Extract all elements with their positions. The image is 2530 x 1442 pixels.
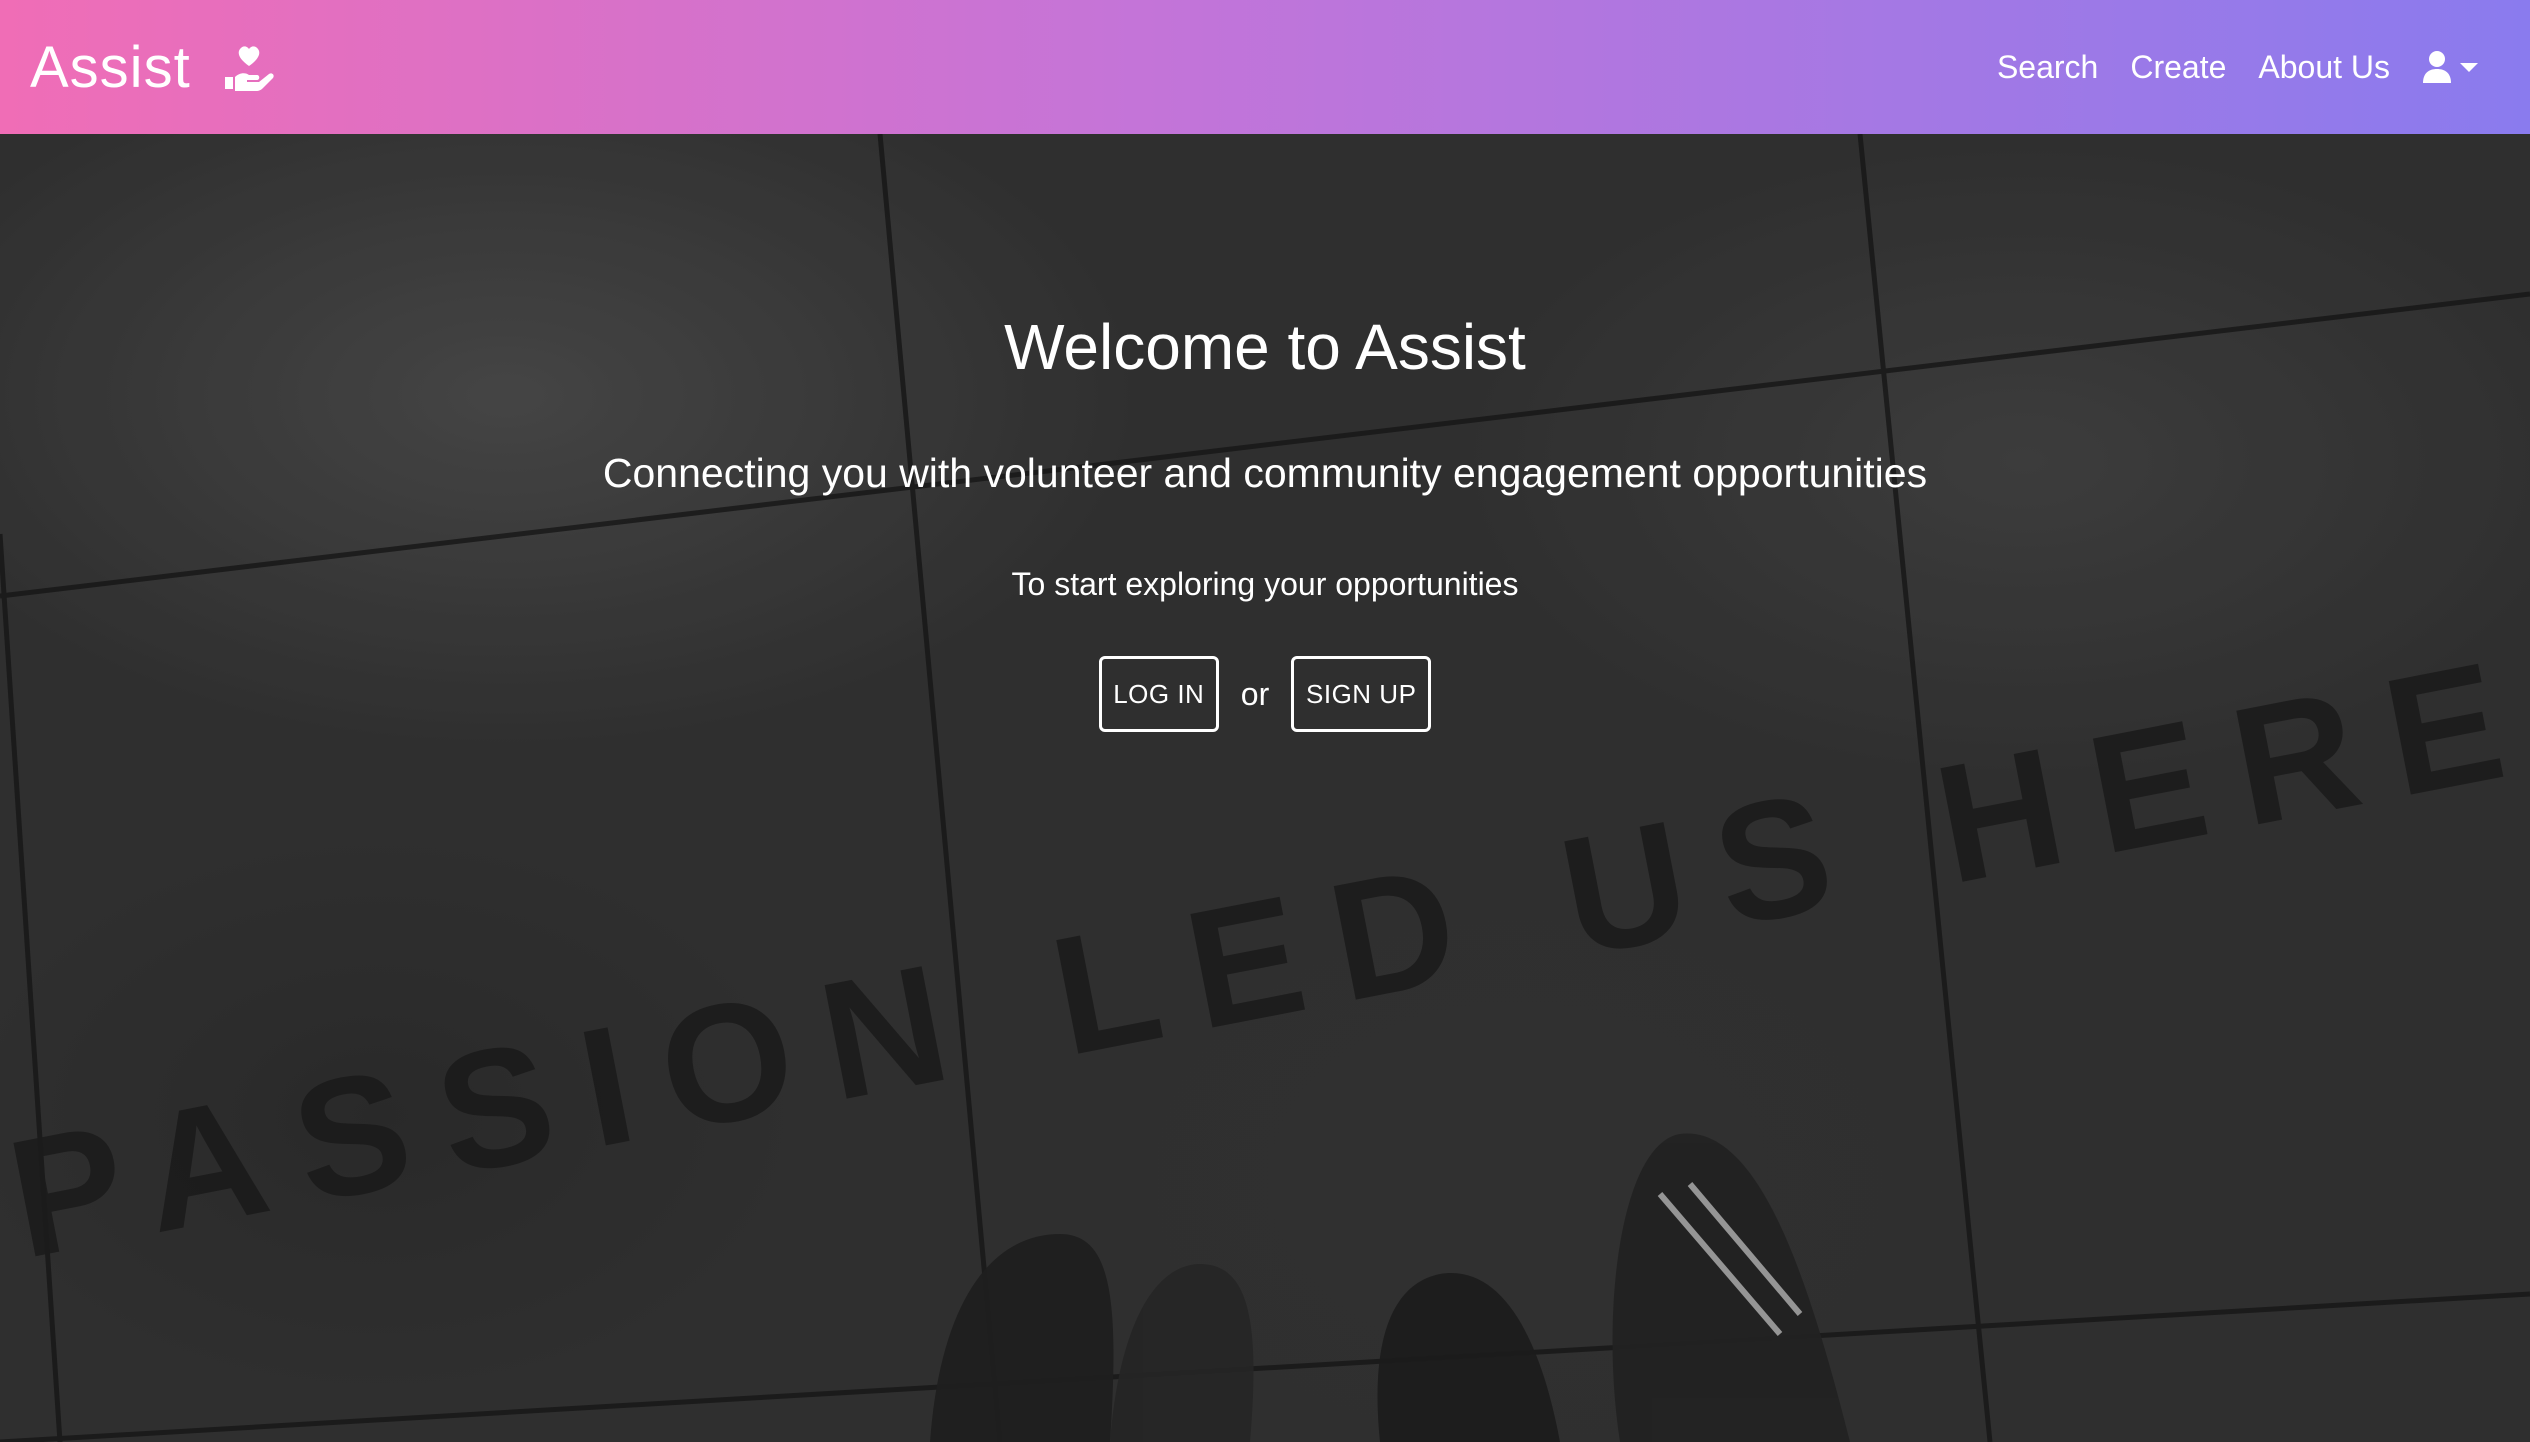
brand-link[interactable]: Assist [30,34,277,101]
navbar: Assist Search Create About Us [0,0,2530,134]
brand-name: Assist [30,34,191,100]
nav-link-about-us[interactable]: About Us [2258,49,2390,86]
nav-link-create[interactable]: Create [2130,49,2226,86]
nav-links: Search Create About Us [1965,49,2480,86]
hero-prompt: To start exploring your opportunities [1011,566,1519,602]
hero-section: PASSION LED US HERE Welcome to Assist Co… [0,134,2530,1442]
user-menu-toggle[interactable] [2422,50,2480,84]
hero-subtitle: Connecting you with volunteer and commun… [602,450,1928,496]
nav-link-search[interactable]: Search [1997,49,2098,86]
or-separator: or [1240,675,1270,712]
signup-button[interactable]: SIGN UP [1291,656,1432,732]
auth-actions: LOG IN or SIGN UP [0,656,2530,732]
user-icon [2423,51,2451,83]
caret-down-icon [2460,63,2478,72]
login-button[interactable]: LOG IN [1098,656,1219,732]
hand-holding-heart-icon [224,46,274,91]
page-title: Welcome to Assist [1004,311,1526,383]
